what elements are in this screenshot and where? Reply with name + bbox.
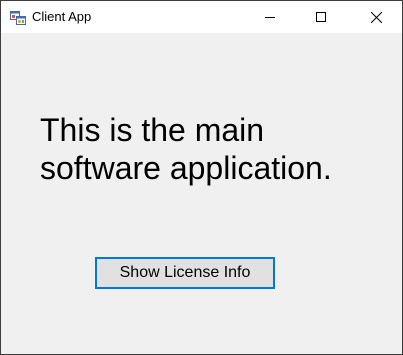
show-license-info-button[interactable]: Show License Info [95,257,275,289]
title-bar[interactable]: Client App [1,1,402,33]
close-icon [370,11,382,23]
minimize-button[interactable] [247,1,293,33]
maximize-icon [316,12,326,22]
main-message: This is the main software application. [40,111,380,187]
maximize-button[interactable] [298,1,344,33]
app-window: Client App This is the main software app… [0,0,403,355]
minimize-icon [265,12,275,22]
window-title: Client App [32,9,92,24]
app-icon [10,9,26,25]
client-area: This is the main software application. S… [1,33,402,354]
main-message-line-2: software application. [40,150,332,186]
main-message-line-1: This is the main [40,112,265,148]
close-button[interactable] [353,1,399,33]
